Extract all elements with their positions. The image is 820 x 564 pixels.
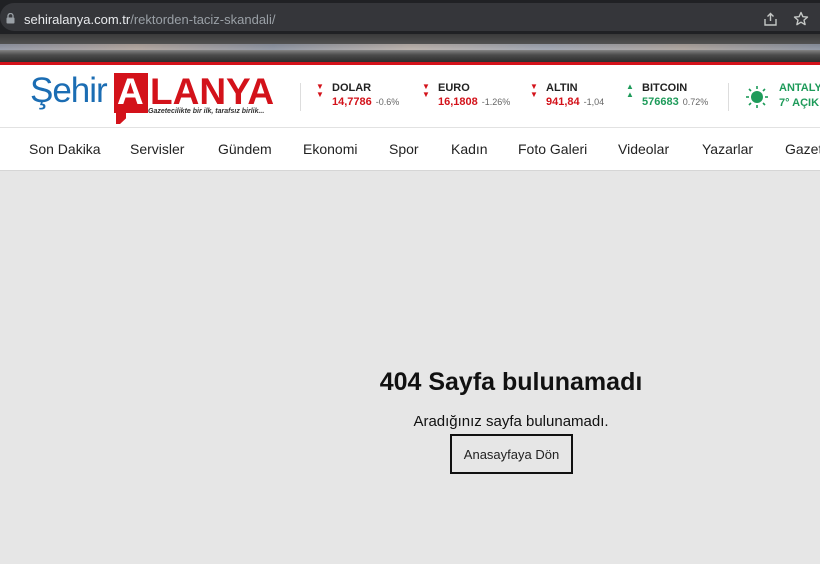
error-title: 404 Sayfa bulunamadı xyxy=(379,368,643,396)
error-content: 404 Sayfa bulunamadı Aradığınız sayfa bu… xyxy=(0,172,820,564)
nav-item-servisler[interactable]: Servisler xyxy=(130,141,184,157)
url-domain: sehiralanya.com.tr xyxy=(24,12,131,27)
site-logo[interactable]: Şehir A LANYA Gazetecilikte bir ilk, tar… xyxy=(30,70,275,126)
url-text[interactable]: sehiralanya.com.tr/rektorden-taciz-skand… xyxy=(24,12,275,27)
url-path: /rektorden-taciz-skandali/ xyxy=(130,12,276,27)
ticker-change: -1,04 xyxy=(583,97,605,107)
nav-item-son-dakika[interactable]: Son Dakika xyxy=(29,141,101,157)
ticker-change: -0.6% xyxy=(375,97,400,107)
nav-item-gundem[interactable]: Gündem xyxy=(218,141,272,157)
logo-a-block: A xyxy=(114,71,148,113)
down-arrow-icon: ▼ ▼ xyxy=(422,82,430,99)
logo-sehir-text: Şehir xyxy=(30,71,108,110)
address-bar[interactable]: sehiralanya.com.tr/rektorden-taciz-skand… xyxy=(0,3,820,31)
ad-banner[interactable] xyxy=(0,34,820,62)
ticker-name: BITCOIN xyxy=(642,82,688,94)
logo-flag-shape xyxy=(116,110,126,124)
main-nav: Son Dakika Servisler Gündem Ekonomi Spor… xyxy=(0,127,820,171)
weather-city[interactable]: ANTALY xyxy=(779,82,820,94)
nav-item-gazete[interactable]: Gazet xyxy=(785,141,820,157)
nav-item-foto-galeri[interactable]: Foto Galeri xyxy=(518,141,587,157)
ticker-value: 16,1808 -1.26% xyxy=(438,96,511,108)
nav-item-spor[interactable]: Spor xyxy=(389,141,419,157)
logo-alanya-text: LANYA xyxy=(150,71,275,112)
browser-toolbar: sehiralanya.com.tr/rektorden-taciz-skand… xyxy=(0,0,820,34)
ticker-value: 941,84 -1,04 xyxy=(546,96,605,108)
nav-item-yazarlar[interactable]: Yazarlar xyxy=(702,141,753,157)
sun-icon xyxy=(746,86,768,108)
logo-tagline: Gazetecilikte bir ilk, tarafsız birlik..… xyxy=(148,108,265,115)
header-divider xyxy=(728,83,729,111)
error-message: Aradığınız sayfa bulunamadı. xyxy=(413,413,609,430)
header-divider xyxy=(300,83,301,111)
ticker-change: 0.72% xyxy=(682,97,709,107)
bookmark-star-icon[interactable] xyxy=(793,11,809,27)
up-arrow-icon: ▲ ▲ xyxy=(626,82,634,99)
share-icon[interactable] xyxy=(763,12,778,27)
down-arrow-icon: ▼ ▼ xyxy=(530,82,538,99)
ticker-value: 576683 0.72% xyxy=(642,96,709,108)
down-arrow-icon: ▼ ▼ xyxy=(316,82,324,99)
ticker-name: EURO xyxy=(438,82,470,94)
ticker-name: ALTIN xyxy=(546,82,578,94)
ticker-change: -1.26% xyxy=(481,97,511,107)
ticker-value: 14,7786 -0.6% xyxy=(332,96,400,108)
nav-item-kadin[interactable]: Kadın xyxy=(451,141,488,157)
lock-icon[interactable] xyxy=(6,13,15,24)
nav-item-videolar[interactable]: Videolar xyxy=(618,141,669,157)
home-button[interactable]: Anasayfaya Dön xyxy=(450,434,573,474)
weather-temp: 7° AÇIK xyxy=(779,97,820,109)
nav-item-ekonomi[interactable]: Ekonomi xyxy=(303,141,357,157)
ticker-name: DOLAR xyxy=(332,82,372,94)
site-header: Şehir A LANYA Gazetecilikte bir ilk, tar… xyxy=(0,65,820,127)
